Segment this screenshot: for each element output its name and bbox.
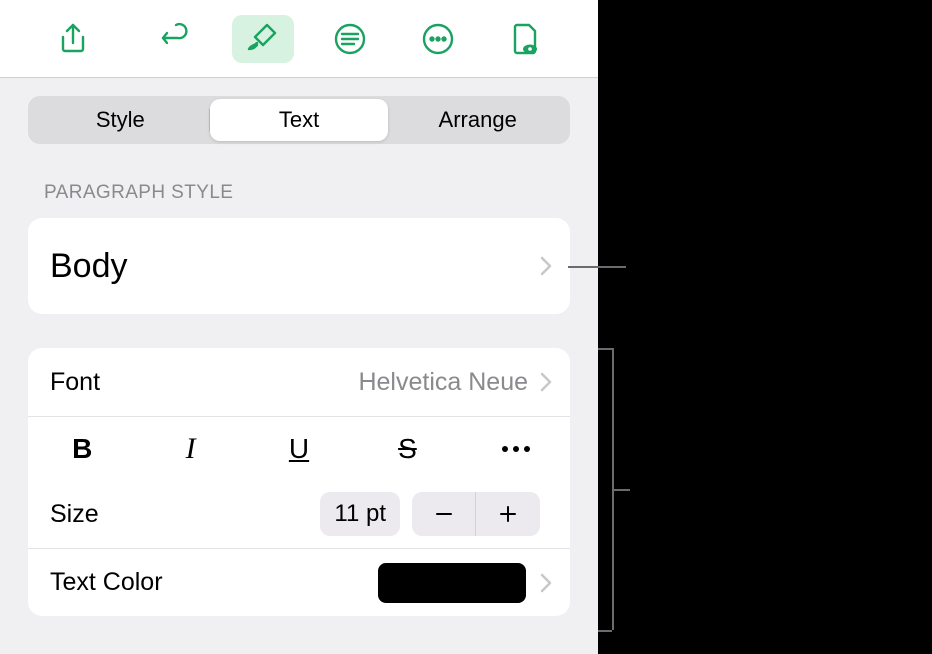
tab-segmented: Style Text Arrange — [28, 96, 570, 144]
font-row[interactable]: Font Helvetica Neue — [28, 348, 570, 416]
tab-text[interactable]: Text — [210, 99, 389, 141]
paintbrush-icon — [245, 21, 281, 57]
text-color-swatch[interactable] — [378, 563, 526, 603]
size-stepper — [412, 492, 540, 536]
italic-button[interactable]: I — [136, 417, 244, 480]
paragraph-style-row[interactable]: Body — [28, 218, 570, 314]
size-row: Size 11 pt — [28, 480, 570, 548]
font-label: Font — [50, 368, 358, 397]
insert-button[interactable] — [319, 15, 381, 63]
paragraph-style-value: Body — [50, 247, 540, 286]
share-button[interactable] — [42, 15, 104, 63]
plus-icon — [498, 504, 518, 524]
format-button[interactable] — [232, 15, 294, 63]
undo-icon — [157, 21, 193, 57]
text-color-row[interactable]: Text Color — [28, 548, 570, 616]
text-color-label: Text Color — [50, 568, 378, 597]
font-card: Font Helvetica Neue B I U S Size 11 pt — [28, 348, 570, 616]
font-value: Helvetica Neue — [358, 368, 528, 397]
document-view-button[interactable] — [494, 15, 556, 63]
callout-guides — [598, 0, 638, 654]
font-more-button[interactable] — [462, 417, 570, 480]
tab-arrange[interactable]: Arrange — [388, 99, 567, 141]
paragraph-style-card: Body — [28, 218, 570, 314]
toolbar-left-group — [42, 15, 206, 63]
more-button[interactable] — [407, 15, 469, 63]
document-eye-icon — [507, 21, 543, 57]
format-panel: Style Text Arrange PARAGRAPH STYLE Body … — [0, 0, 598, 654]
list-icon — [332, 21, 368, 57]
tab-segmented-wrap: Style Text Arrange — [0, 78, 598, 144]
size-value-pill[interactable]: 11 pt — [320, 492, 400, 536]
chevron-right-icon — [540, 372, 552, 392]
underline-button[interactable]: U — [245, 417, 353, 480]
dots-icon — [502, 446, 530, 452]
top-toolbar — [0, 0, 598, 78]
more-circle-icon — [420, 21, 456, 57]
size-decrease-button[interactable] — [412, 492, 476, 536]
size-label: Size — [50, 500, 320, 529]
tab-style[interactable]: Style — [31, 99, 210, 141]
minus-icon — [434, 504, 454, 524]
undo-button[interactable] — [144, 15, 206, 63]
chevron-right-icon — [540, 573, 552, 593]
size-increase-button[interactable] — [476, 492, 540, 536]
paragraph-style-header: PARAGRAPH STYLE — [0, 144, 598, 214]
bold-button[interactable]: B — [28, 417, 136, 480]
chevron-right-icon — [540, 256, 552, 276]
share-icon — [55, 21, 91, 57]
strikethrough-button[interactable]: S — [353, 417, 461, 480]
format-buttons-row: B I U S — [28, 416, 570, 480]
